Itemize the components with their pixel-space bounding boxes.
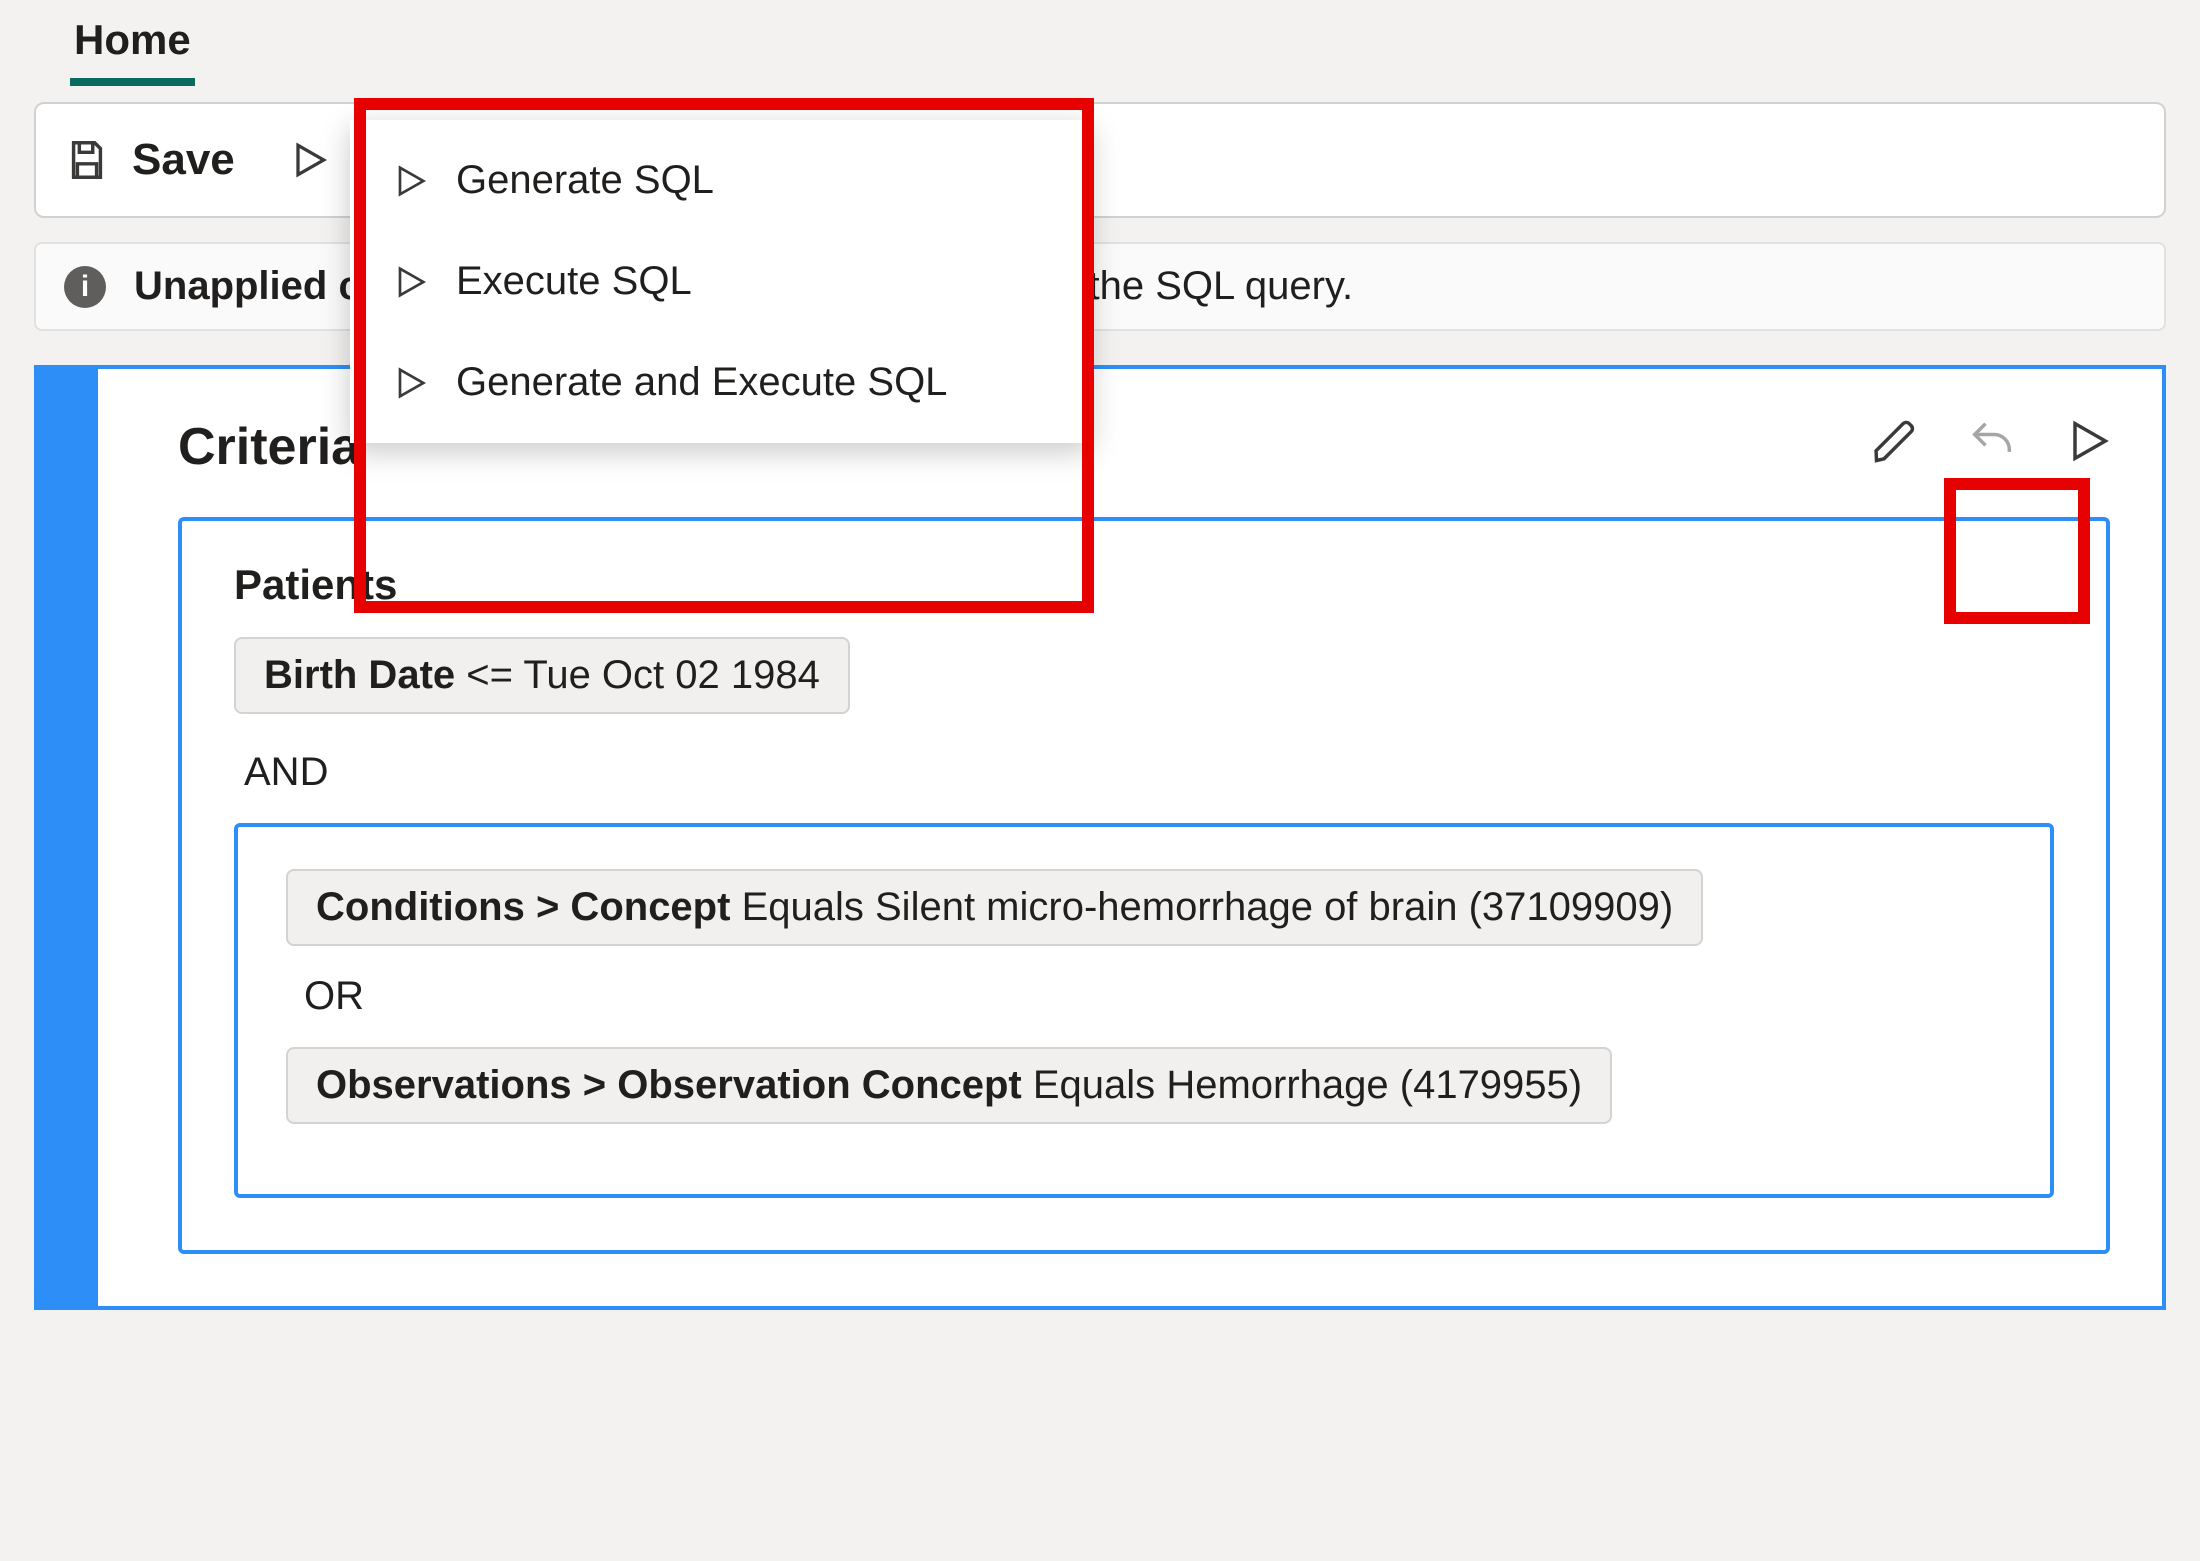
menu-item-label: Execute SQL bbox=[456, 259, 692, 304]
criteria-inner-group: Conditions > Concept Equals Silent micro… bbox=[234, 823, 2054, 1198]
criteria-card: Criteria P bbox=[34, 365, 2166, 1310]
birth-date-chip[interactable]: Birth Date <= Tue Oct 02 1984 bbox=[234, 637, 850, 714]
menu-item-label: Generate and Execute SQL bbox=[456, 360, 947, 405]
chip-value: Hemorrhage (4179955) bbox=[1166, 1063, 1582, 1107]
undo-button bbox=[1966, 415, 2018, 472]
card-accent-bar bbox=[38, 369, 98, 1306]
edit-button[interactable] bbox=[1870, 415, 1922, 472]
patients-label: Patients bbox=[234, 561, 2054, 609]
tab-home[interactable]: Home bbox=[70, 10, 195, 86]
chip-value: Tue Oct 02 1984 bbox=[523, 653, 819, 697]
run-dropdown: Generate SQL Execute SQL Generate and Ex… bbox=[350, 120, 1090, 443]
run-menu-generate-and-execute-sql[interactable]: Generate and Execute SQL bbox=[350, 332, 1090, 433]
chip-op: <= bbox=[466, 653, 513, 697]
run-menu-execute-sql[interactable]: Execute SQL bbox=[350, 231, 1090, 332]
chip-field: Birth Date bbox=[264, 653, 455, 697]
save-icon bbox=[64, 137, 110, 183]
condition-concept-chip[interactable]: Conditions > Concept Equals Silent micro… bbox=[286, 869, 1703, 946]
chip-op: Equals bbox=[742, 885, 864, 929]
menu-item-label: Generate SQL bbox=[456, 158, 714, 203]
save-label: Save bbox=[132, 135, 235, 185]
chip-value: Silent micro-hemorrhage of brain (371099… bbox=[875, 885, 1673, 929]
play-icon bbox=[287, 138, 331, 182]
observation-concept-chip[interactable]: Observations > Observation Concept Equal… bbox=[286, 1047, 1612, 1124]
criteria-actions bbox=[1870, 415, 2114, 472]
play-icon bbox=[390, 363, 430, 403]
logic-and: AND bbox=[244, 750, 2054, 795]
tab-strip: Home bbox=[0, 0, 2200, 86]
chip-op: Equals bbox=[1033, 1063, 1155, 1107]
run-criteria-button[interactable] bbox=[2062, 415, 2114, 472]
chip-path: Observations > Observation Concept bbox=[316, 1063, 1022, 1107]
play-icon bbox=[390, 161, 430, 201]
criteria-outer-group: Patients Birth Date <= Tue Oct 02 1984 A… bbox=[178, 517, 2110, 1254]
logic-or: OR bbox=[304, 974, 2002, 1019]
info-icon: i bbox=[64, 266, 106, 308]
play-icon bbox=[390, 262, 430, 302]
save-button[interactable]: Save bbox=[64, 135, 235, 185]
chip-path: Conditions > Concept bbox=[316, 885, 730, 929]
run-menu-generate-sql[interactable]: Generate SQL bbox=[350, 130, 1090, 231]
